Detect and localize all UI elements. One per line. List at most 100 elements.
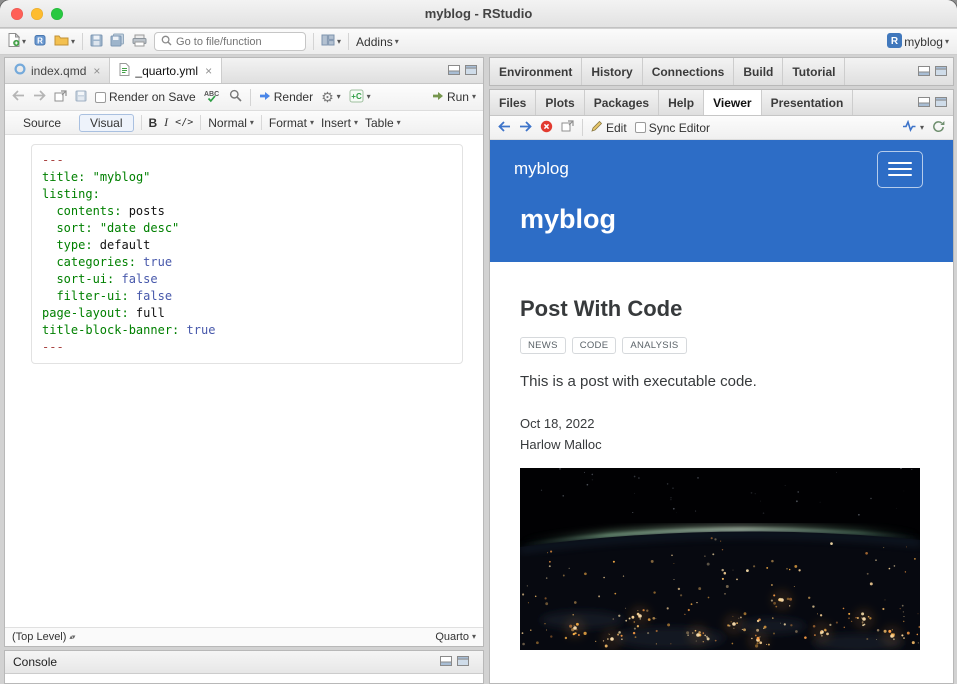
maximize-pane-icon[interactable]	[457, 655, 469, 669]
new-project-icon: R	[33, 33, 47, 50]
viewer-forward-button[interactable]	[519, 121, 532, 135]
tab-quarto-yml[interactable]: _quarto.yml ×	[110, 58, 222, 83]
site-banner-title: myblog	[520, 204, 953, 235]
console-body[interactable]	[5, 674, 483, 683]
tab-environment[interactable]: Environment	[490, 58, 582, 85]
project-menu[interactable]: R myblog ▾	[887, 33, 949, 51]
sync-editor-label: Sync Editor	[649, 121, 710, 135]
tab-packages[interactable]: Packages	[585, 90, 659, 115]
find-replace-button[interactable]	[229, 89, 242, 105]
forward-button[interactable]	[33, 90, 46, 104]
table-menu[interactable]: Table▾	[365, 116, 401, 130]
save-button[interactable]	[90, 34, 103, 50]
open-in-new-window-button[interactable]	[54, 90, 67, 105]
site-navbar-title[interactable]: myblog	[514, 159, 569, 179]
new-project-button[interactable]: R	[33, 33, 47, 50]
sync-editor-checkbox[interactable]: Sync Editor	[635, 121, 710, 135]
block-format-select[interactable]: Normal▾	[208, 116, 254, 130]
tab-index-qmd[interactable]: index.qmd ×	[5, 58, 110, 83]
category-badge[interactable]: ANALYSIS	[622, 337, 686, 354]
tab-label: Environment	[499, 65, 572, 79]
minimize-pane-icon[interactable]	[448, 64, 460, 78]
hamburger-icon	[888, 168, 912, 170]
back-button[interactable]	[12, 90, 25, 104]
window-title: myblog - RStudio	[0, 6, 957, 21]
addins-menu[interactable]: Addins ▾	[356, 35, 399, 49]
tab-files[interactable]: Files	[490, 90, 536, 115]
viewer-popout-button[interactable]	[561, 120, 574, 135]
console-header[interactable]: Console	[5, 651, 483, 674]
workspace-panes-button[interactable]: ▾	[321, 34, 341, 49]
render-on-save-checkbox[interactable]: Render on Save	[95, 90, 196, 104]
bold-button[interactable]: B	[149, 116, 158, 130]
document-mode-selector[interactable]: Quarto ▾	[435, 631, 476, 643]
minimize-window-button[interactable]	[31, 8, 43, 20]
viewer-pane: Files Plots Packages Help Viewer Present…	[489, 89, 954, 684]
save-button[interactable]	[75, 90, 87, 105]
close-window-button[interactable]	[11, 8, 23, 20]
close-tab-icon[interactable]: ×	[93, 64, 100, 78]
tab-tutorial[interactable]: Tutorial	[783, 58, 845, 85]
post-listing-item[interactable]: Post With Code NEWS CODE ANALYSIS This i…	[490, 262, 930, 650]
tab-help[interactable]: Help	[659, 90, 704, 115]
insert-chunk-button[interactable]: +C ▾	[349, 89, 371, 106]
render-on-save-label: Render on Save	[109, 90, 196, 104]
goto-file-input[interactable]	[176, 36, 299, 48]
maximize-pane-icon[interactable]	[465, 64, 477, 78]
viewer-back-button[interactable]	[498, 121, 511, 135]
navbar-menu-button[interactable]	[877, 151, 923, 188]
traffic-lights	[11, 0, 63, 27]
panes-grid-icon	[321, 34, 335, 49]
viewer-content[interactable]: myblog myblog Post With Code NEWS CODE A…	[490, 140, 953, 683]
publish-button[interactable]: ▾	[902, 120, 924, 135]
viewer-stop-button[interactable]	[540, 120, 553, 136]
goto-file-search[interactable]	[154, 32, 306, 51]
render-options-button[interactable]: ⚙▾	[321, 90, 341, 104]
run-button[interactable]: Run ▾	[432, 90, 476, 105]
spellcheck-button[interactable]: ABC	[204, 89, 221, 106]
minimize-pane-icon[interactable]	[440, 655, 452, 669]
new-file-button[interactable]: ▾	[8, 33, 26, 50]
visual-mode-button[interactable]: Visual	[79, 114, 133, 132]
post-title[interactable]: Post With Code	[520, 296, 930, 322]
r-project-icon: R	[887, 33, 902, 51]
zoom-window-button[interactable]	[51, 8, 63, 20]
refresh-button[interactable]	[932, 120, 945, 136]
editor-tabbar: index.qmd × _quarto.yml ×	[5, 58, 483, 84]
yaml-block[interactable]: ---title: "myblog"listing: contents: pos…	[31, 144, 463, 364]
minimize-pane-icon[interactable]	[918, 96, 930, 110]
code-button[interactable]: </>	[175, 117, 193, 128]
scope-selector[interactable]: (Top Level) ▴▾	[12, 631, 74, 643]
category-badge[interactable]: CODE	[572, 337, 617, 354]
chevron-down-icon: ▾	[250, 119, 254, 127]
save-icon	[90, 34, 103, 50]
open-file-button[interactable]: ▾	[54, 34, 75, 49]
italic-button[interactable]: I	[164, 115, 168, 130]
toolbar-separator	[141, 115, 142, 130]
format-menu[interactable]: Format▾	[269, 116, 314, 130]
tab-presentation[interactable]: Presentation	[762, 90, 854, 115]
save-all-button[interactable]	[110, 33, 125, 50]
tab-viewer[interactable]: Viewer	[704, 90, 761, 115]
post-image[interactable]	[520, 468, 920, 650]
run-arrow-icon	[432, 90, 444, 105]
insert-menu[interactable]: Insert▾	[321, 116, 358, 130]
maximize-pane-icon[interactable]	[935, 65, 947, 79]
edit-button[interactable]: Edit	[591, 120, 627, 135]
minimize-pane-icon[interactable]	[918, 65, 930, 79]
visual-editor-canvas[interactable]: ---title: "myblog"listing: contents: pos…	[5, 135, 483, 627]
scope-label: (Top Level)	[12, 631, 66, 643]
render-button[interactable]: Render	[259, 90, 313, 105]
tab-connections[interactable]: Connections	[643, 58, 735, 85]
yaml-file-icon	[119, 63, 130, 79]
source-mode-button[interactable]: Source	[12, 114, 72, 132]
render-label: Render	[274, 90, 313, 104]
toolbar-separator	[82, 33, 83, 50]
tab-plots[interactable]: Plots	[536, 90, 584, 115]
close-tab-icon[interactable]: ×	[205, 64, 212, 78]
tab-history[interactable]: History	[582, 58, 642, 85]
print-button[interactable]	[132, 34, 147, 50]
maximize-pane-icon[interactable]	[935, 96, 947, 110]
tab-build[interactable]: Build	[734, 58, 783, 85]
category-badge[interactable]: NEWS	[520, 337, 566, 354]
